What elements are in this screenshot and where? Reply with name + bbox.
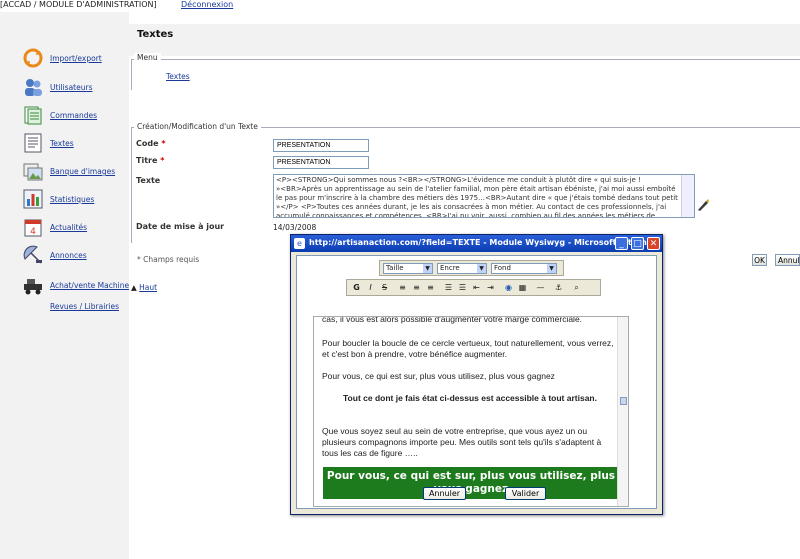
sidebar-item-label[interactable]: Achat/vente Machines <box>50 281 133 290</box>
date-label: Date de mise à jour <box>136 222 225 231</box>
ink-color-select[interactable]: Encre ▼ <box>437 263 487 274</box>
sidebar-item-banque-images[interactable]: Banque d'images <box>22 160 128 184</box>
menu-fieldset <box>131 59 800 90</box>
link-globe-icon[interactable]: ◉ <box>503 282 514 293</box>
ie-icon: e <box>294 238 305 249</box>
sidebar-item-achat-vente-machines[interactable]: Achat/vente Machines <box>22 274 133 298</box>
format-toolbar: G I S ≡ ≡ ≡ ☰ ☰ ⇤ ⇥ ◉ ▦ — ⚓ ⌕ <box>346 279 601 296</box>
horizontal-rule-icon[interactable]: — <box>535 282 546 293</box>
texte-textarea-content: <P><STRONG>Qui sommes nous ?<BR></STRONG… <box>276 176 678 218</box>
editor-paragraph-bold: Tout ce dont je fais état ci-dessus est … <box>343 393 597 403</box>
bullet-list-icon[interactable]: ☰ <box>457 282 468 293</box>
app-title: [ACCAD / MODULE D'ADMINISTRATION] <box>0 0 157 9</box>
editor-paragraph: Pour vous, ce qui est sur, plus vous uti… <box>322 371 555 381</box>
close-button[interactable]: ✕ <box>647 237 660 250</box>
sidebar-item-label[interactable]: Annonces <box>50 251 87 260</box>
chevron-down-icon: ▼ <box>477 264 486 273</box>
editor-paragraph: cas, il vous est alors possible d'augmen… <box>322 316 583 324</box>
logout-link[interactable]: Déconnexion <box>181 0 233 9</box>
sidebar-item-label[interactable]: Textes <box>50 139 74 148</box>
scrollbar-thumb[interactable] <box>620 397 627 405</box>
font-size-select[interactable]: Taille ▼ <box>383 263 433 274</box>
satellite-icon <box>23 245 42 264</box>
align-left-icon[interactable]: ≡ <box>397 282 408 293</box>
top-link[interactable]: Haut <box>139 283 157 292</box>
chevron-down-icon: ▼ <box>547 264 556 273</box>
wysiwyg-popup-window[interactable]: e http://artisanaction.com/?field=TEXTE … <box>290 234 663 515</box>
orders-icon <box>24 106 42 125</box>
textarea-scrollbar[interactable] <box>681 175 694 217</box>
editor-highlight-box: Pour vous, ce qui est sur, plus vous uti… <box>323 467 619 499</box>
editor-scrollbar[interactable] <box>617 317 628 506</box>
images-icon <box>23 163 43 181</box>
svg-text:4: 4 <box>30 227 36 237</box>
calendar-icon: 4 <box>24 219 42 237</box>
sidebar-item-label[interactable]: Utilisateurs <box>50 83 92 92</box>
format-select-row: Taille ▼ Encre ▼ Fond ▼ <box>379 260 564 276</box>
outdent-icon[interactable]: ⇤ <box>471 282 482 293</box>
ok-button[interactable]: OK <box>752 254 767 266</box>
sidebar-item-label[interactable]: Commandes <box>50 111 97 120</box>
sidebar-item-statistiques[interactable]: Statistiques <box>22 188 128 212</box>
machine-icon <box>24 279 42 295</box>
sidebar-item-label[interactable]: Import/export <box>50 54 102 63</box>
sidebar-item-import-export[interactable]: Import/export <box>22 47 128 71</box>
required-mark: * <box>161 139 166 148</box>
sidebar-item-annonces[interactable]: Annonces <box>22 244 128 268</box>
sidebar-item-actualites[interactable]: 4 Actualités <box>22 216 128 240</box>
sidebar-item-utilisateurs[interactable]: Utilisateurs <box>22 76 128 100</box>
search-icon[interactable]: ⌕ <box>571 282 582 293</box>
form-legend: Création/Modification d'un Texte <box>134 122 261 131</box>
background-color-select[interactable]: Fond ▼ <box>491 263 557 274</box>
code-label: Code * <box>136 139 166 148</box>
sidebar-item-label[interactable]: Banque d'images <box>50 167 115 176</box>
editor-paragraph: Pour boucler la boucle de ce cercle vert… <box>322 338 614 359</box>
maximize-button[interactable]: □ <box>631 237 644 250</box>
users-icon <box>25 79 42 96</box>
chevron-down-icon: ▼ <box>423 264 432 273</box>
italic-button[interactable]: I <box>365 282 376 293</box>
top-link-wrap: ▲ Haut <box>131 283 157 292</box>
date-value: 14/03/2008 <box>273 223 317 232</box>
align-center-icon[interactable]: ≡ <box>411 282 422 293</box>
document-icon <box>24 133 42 153</box>
chart-icon <box>23 189 43 209</box>
wysiwyg-editor[interactable]: cas, il vous est alors possible d'augmen… <box>313 316 629 507</box>
sidebar-item-textes[interactable]: Textes <box>22 132 128 156</box>
top-bar: [ACCAD / MODULE D'ADMINISTRATION] Déconn… <box>0 0 800 12</box>
image-icon[interactable]: ▦ <box>517 282 528 293</box>
sidebar-item-label[interactable]: Statistiques <box>50 195 94 204</box>
texte-label: Texte <box>136 176 161 185</box>
required-note: * Champs requis <box>137 255 200 264</box>
titre-input[interactable] <box>273 156 369 169</box>
popup-title: http://artisanaction.com/?field=TEXTE - … <box>309 238 656 247</box>
up-arrow-icon: ▲ <box>131 283 137 292</box>
numbered-list-icon[interactable]: ☰ <box>443 282 454 293</box>
popup-client-area: Taille ▼ Encre ▼ Fond ▼ G I S ≡ ≡ ≡ ☰ ☰ ⇤ ⇥… <box>296 255 657 509</box>
align-right-icon[interactable]: ≡ <box>425 282 436 293</box>
strike-button[interactable]: S <box>379 282 390 293</box>
editor-paragraph: Que vous soyez seul au sein de votre ent… <box>322 426 602 458</box>
popup-validate-button[interactable]: Valider <box>505 487 546 500</box>
minimize-button[interactable]: _ <box>615 237 628 250</box>
indent-icon[interactable]: ⇥ <box>485 282 496 293</box>
required-mark: * <box>160 156 165 165</box>
page-title: Textes <box>137 29 174 40</box>
popup-cancel-button[interactable]: Annuler <box>423 487 466 500</box>
sidebar-item-revues-librairies[interactable]: Revues / Librairies <box>50 302 119 311</box>
cancel-button[interactable]: Annuler <box>775 254 800 266</box>
wysiwyg-edit-icon[interactable] <box>696 198 710 212</box>
menu-legend: Menu <box>134 53 161 62</box>
anchor-icon[interactable]: ⚓ <box>553 282 564 293</box>
sidebar-item-commandes[interactable]: Commandes <box>22 104 128 128</box>
refresh-arrows-icon <box>23 48 43 68</box>
menu-link-textes[interactable]: Textes <box>166 72 190 81</box>
titre-label: Titre * <box>136 156 165 165</box>
bold-button[interactable]: G <box>351 282 362 293</box>
title-band <box>129 24 800 56</box>
texte-textarea[interactable]: <P><STRONG>Qui sommes nous ?<BR></STRONG… <box>273 174 695 218</box>
popup-title-bar[interactable]: e http://artisanaction.com/?field=TEXTE … <box>291 235 662 252</box>
sidebar-item-label[interactable]: Actualités <box>50 223 87 232</box>
code-input[interactable] <box>273 139 369 152</box>
